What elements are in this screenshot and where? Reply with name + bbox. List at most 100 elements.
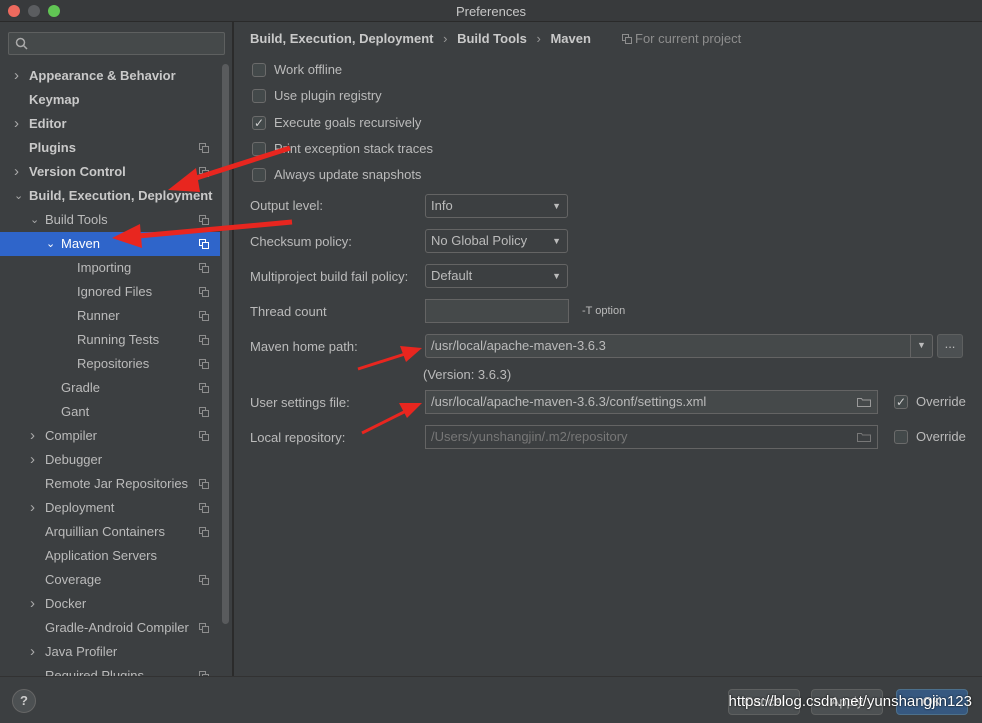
sidebar-item-label: Appearance & Behavior [29, 68, 176, 83]
checksum-policy-dropdown[interactable]: No Global Policy ▼ [425, 229, 568, 253]
checkbox-label: Use plugin registry [274, 88, 382, 103]
sidebar-item[interactable]: › Debugger [0, 448, 220, 472]
sidebar-item-label: Coverage [45, 572, 102, 587]
user-settings-label: User settings file: [250, 395, 350, 410]
sidebar-item[interactable]: Required Plugins [0, 664, 220, 676]
sidebar-item-label: Java Profiler [45, 644, 118, 659]
sidebar-item[interactable]: › Editor [0, 112, 220, 136]
sidebar-item[interactable]: ⌄ Build Tools [0, 208, 220, 232]
sidebar-item[interactable]: Ignored Files [0, 280, 220, 304]
sidebar-item[interactable]: › Appearance & Behavior [0, 64, 220, 88]
sidebar-item[interactable]: › Docker [0, 592, 220, 616]
project-copy-icon [199, 623, 209, 633]
sidebar-item-label: Repositories [77, 356, 150, 371]
repository-override-label: Override [916, 429, 966, 444]
sidebar-item[interactable]: Plugins [0, 136, 220, 160]
project-copy-icon [199, 527, 209, 537]
chevron-right-icon[interactable]: › [30, 424, 42, 448]
chevron-down-icon[interactable]: ⌄ [46, 232, 58, 256]
folder-icon[interactable] [857, 432, 871, 442]
sidebar-item-label: Remote Jar Repositories [45, 476, 189, 491]
breadcrumb-item[interactable]: Build Tools [457, 31, 527, 46]
chevron-right-icon[interactable]: › [14, 64, 26, 88]
sidebar-item-label: Compiler [45, 428, 98, 443]
thread-count-input[interactable] [425, 299, 569, 323]
sidebar-item[interactable]: › Java Profiler [0, 640, 220, 664]
sidebar-item[interactable]: Repositories [0, 352, 220, 376]
sidebar-item-label: Application Servers [45, 548, 157, 563]
checkbox-box[interactable] [252, 114, 266, 132]
window-title: Preferences [455, 4, 527, 19]
help-button[interactable]: ? [12, 689, 36, 713]
local-repository-input[interactable]: /Users/yunshangjin/.m2/repository [425, 425, 878, 449]
sidebar-item[interactable]: › Deployment [0, 496, 220, 520]
chevron-right-icon[interactable]: › [14, 160, 26, 184]
sidebar-item[interactable]: Gant [0, 400, 220, 424]
sidebar-item-label: Editor [29, 116, 67, 131]
sidebar-item-label: Importing [77, 260, 132, 275]
sidebar-item[interactable]: Coverage [0, 568, 220, 592]
sidebar-item-label: Runner [77, 308, 120, 323]
chevron-right-icon[interactable]: › [30, 496, 42, 520]
sidebar-item-label: Plugins [29, 140, 76, 155]
sidebar-item[interactable]: ⌄ Maven [0, 232, 220, 256]
maven-home-combo[interactable]: /usr/local/apache-maven-3.6.3 ▼ [425, 334, 933, 358]
multiproject-policy-dropdown[interactable]: Default ▼ [425, 264, 568, 288]
sidebar-item-label: Deployment [45, 500, 115, 515]
settings-override-label: Override [916, 394, 966, 409]
title-bar: Preferences [0, 0, 982, 22]
scope-label: For current project [635, 31, 742, 46]
sidebar-item-label: Required Plugins [45, 668, 145, 676]
scope-indicator: For current project [622, 31, 741, 46]
sidebar-item[interactable]: Application Servers [0, 544, 220, 568]
maven-settings-panel: Build, Execution, Deployment › Build Too… [234, 22, 982, 676]
browse-maven-home-button[interactable]: ... [937, 334, 963, 358]
checksum-policy-value: No Global Policy [431, 233, 528, 248]
chevron-right-icon[interactable]: › [14, 112, 26, 136]
maven-home-value: /usr/local/apache-maven-3.6.3 [431, 338, 606, 353]
breadcrumb: Build, Execution, Deployment › Build Too… [250, 31, 597, 46]
breadcrumb-separator: › [443, 31, 448, 46]
checkbox-box[interactable] [252, 168, 266, 182]
checkbox-box[interactable] [252, 89, 266, 103]
project-copy-icon [199, 287, 209, 297]
checkbox-box[interactable] [252, 63, 266, 77]
project-copy-icon [199, 503, 209, 513]
output-level-label: Output level: [250, 198, 323, 213]
sidebar-item[interactable]: Keymap [0, 88, 220, 112]
checkbox-label: Work offline [274, 62, 343, 77]
output-level-dropdown[interactable]: Info ▼ [425, 194, 568, 218]
checkbox-box[interactable] [252, 142, 266, 156]
sidebar-item-label: Ignored Files [77, 284, 153, 299]
dropdown-arrow-icon[interactable]: ▼ [910, 335, 932, 357]
sidebar-item[interactable]: ⌄ Build, Execution, Deployment [0, 184, 220, 208]
breadcrumb-item[interactable]: Build, Execution, Deployment [250, 31, 433, 46]
dialog-footer: ? Cancel Apply OK https://blog.csdn.net/… [0, 676, 982, 723]
chevron-right-icon[interactable]: › [30, 592, 42, 616]
sidebar-item[interactable]: Runner [0, 304, 220, 328]
settings-sidebar: › Appearance & Behavior Keymap › Editor Plugi… [0, 22, 233, 676]
sidebar-item[interactable]: Gradle-Android Compiler [0, 616, 220, 640]
checkbox-box[interactable] [894, 393, 908, 411]
project-copy-icon [199, 335, 209, 345]
sidebar-item[interactable]: › Version Control [0, 160, 220, 184]
user-settings-input[interactable]: /usr/local/apache-maven-3.6.3/conf/setti… [425, 390, 878, 414]
sidebar-item[interactable]: Arquillian Containers [0, 520, 220, 544]
sidebar-item[interactable]: Remote Jar Repositories [0, 472, 220, 496]
chevron-right-icon[interactable]: › [30, 448, 42, 472]
folder-icon[interactable] [857, 397, 871, 407]
sidebar-item-label: Keymap [29, 92, 80, 107]
thread-count-label: Thread count [250, 304, 327, 319]
sidebar-scrollbar[interactable] [222, 64, 229, 624]
sidebar-item[interactable]: Gradle [0, 376, 220, 400]
sidebar-item[interactable]: Running Tests [0, 328, 220, 352]
chevron-down-icon[interactable]: ⌄ [14, 184, 26, 208]
search-input[interactable] [8, 32, 225, 55]
sidebar-item[interactable]: › Compiler [0, 424, 220, 448]
sidebar-item-label: Running Tests [77, 332, 160, 347]
checkbox-box[interactable] [894, 430, 908, 444]
chevron-down-icon[interactable]: ⌄ [30, 208, 42, 232]
chevron-right-icon[interactable]: › [30, 640, 42, 664]
multiproject-policy-value: Default [431, 268, 473, 283]
sidebar-item[interactable]: Importing [0, 256, 220, 280]
